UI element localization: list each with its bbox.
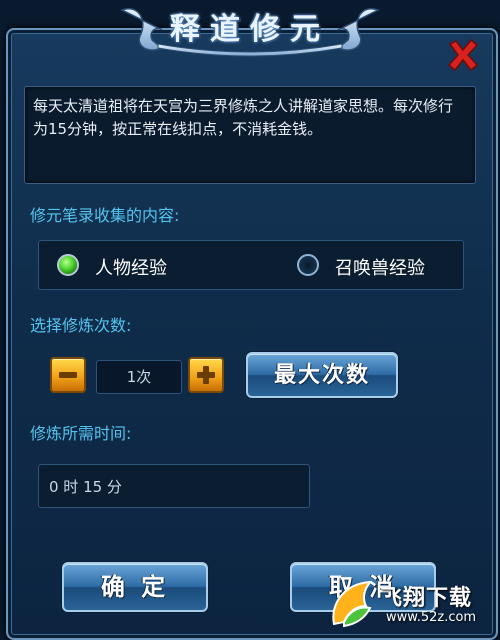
description-text: 每天太清道祖将在天宫为三界修炼之人讲解道家思想。每次修行为15分钟，按正常在线扣…: [33, 97, 454, 138]
radio-pet-exp-label[interactable]: 召唤兽经验: [335, 254, 425, 280]
confirm-button[interactable]: 确 定: [62, 562, 208, 612]
watermark-logo-icon: [332, 580, 373, 628]
increment-button[interactable]: [188, 357, 224, 393]
close-button[interactable]: [446, 38, 480, 72]
close-icon: [447, 38, 479, 72]
dialog-title: 释道修元: [170, 12, 330, 47]
count-input[interactable]: 1次: [96, 360, 182, 394]
plus-icon: [197, 366, 215, 384]
title-banner: 释道修元: [118, 0, 382, 60]
minus-icon: [59, 372, 77, 378]
watermark: 飞翔下载 www.52z.com: [322, 566, 498, 638]
count-label: 选择修炼次数:: [30, 316, 132, 335]
radio-character-exp-label[interactable]: 人物经验: [95, 254, 167, 280]
decrement-button[interactable]: [50, 357, 86, 393]
radio-character-exp[interactable]: [57, 254, 79, 276]
radio-pet-exp[interactable]: [297, 254, 319, 276]
description-box: 每天太清道祖将在天宫为三界修炼之人讲解道家思想。每次修行为15分钟，按正常在线扣…: [24, 86, 476, 184]
collect-label: 修元笔录收集的内容:: [30, 206, 180, 225]
watermark-brand: 飞翔下载: [380, 586, 473, 611]
collect-options-box: 人物经验 召唤兽经验: [38, 240, 464, 290]
time-label: 修炼所需时间:: [30, 424, 132, 443]
time-display: 0 时 15 分: [38, 464, 310, 508]
max-count-button[interactable]: 最大次数: [246, 352, 398, 398]
watermark-url: www.52z.com: [386, 610, 477, 625]
